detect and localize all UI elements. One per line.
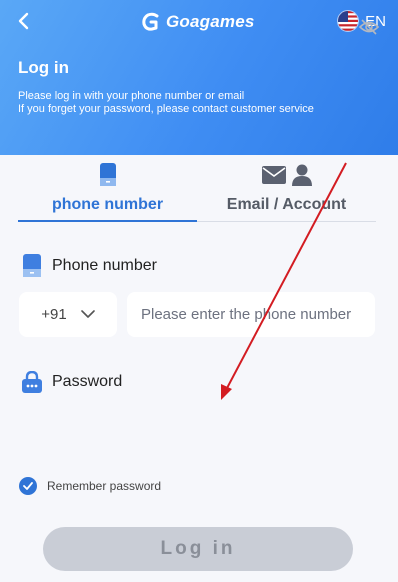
user-icon xyxy=(291,164,312,186)
back-button[interactable] xyxy=(12,9,34,33)
country-code-value: +91 xyxy=(41,306,67,323)
password-label: Password xyxy=(22,371,122,393)
subtitle-line-2: If you forget your password, please cont… xyxy=(18,103,314,115)
phone-number-label: Phone number xyxy=(22,254,157,278)
brand-logo: Goagames xyxy=(140,10,255,34)
phone-icon xyxy=(99,162,117,188)
header: Goagames EN Log in Please log in with yo… xyxy=(0,0,398,155)
password-label-text: Password xyxy=(52,373,123,390)
login-method-tabs: phone number Email / Account xyxy=(18,162,376,222)
page-title: Log in xyxy=(18,58,69,77)
top-bar: Goagames EN xyxy=(0,0,398,44)
mail-user-icon xyxy=(261,162,312,188)
brand-name: Goagames xyxy=(166,12,255,31)
logo-mark-icon xyxy=(142,12,159,31)
phone-number-label-text: Phone number xyxy=(52,257,157,274)
eye-off-icon[interactable] xyxy=(358,16,380,38)
remember-password-label: Remember password xyxy=(47,479,162,493)
login-button[interactable]: Log in xyxy=(43,527,353,571)
chevron-down-icon xyxy=(80,310,95,318)
checkmark-icon[interactable] xyxy=(19,477,37,495)
us-flag-icon xyxy=(337,10,360,32)
phone-icon xyxy=(23,254,41,277)
subtitle-line-1: Please log in with your phone number or … xyxy=(18,90,245,102)
tab-label: phone number xyxy=(51,196,164,213)
phone-number-field xyxy=(127,292,375,337)
lock-icon xyxy=(22,371,42,393)
active-tab-indicator xyxy=(18,220,197,222)
tab-label: Email / Account xyxy=(226,196,347,213)
tab-phone-number[interactable]: phone number xyxy=(18,162,197,222)
mail-icon xyxy=(261,166,286,184)
page-subtitle: Please log in with your phone number or … xyxy=(18,90,314,116)
remember-password[interactable]: Remember password xyxy=(19,477,161,495)
country-code-select[interactable]: +91 xyxy=(19,292,117,337)
chevron-left-icon xyxy=(18,12,29,30)
tab-email-account[interactable]: Email / Account xyxy=(197,162,376,222)
phone-number-input[interactable] xyxy=(127,292,375,337)
